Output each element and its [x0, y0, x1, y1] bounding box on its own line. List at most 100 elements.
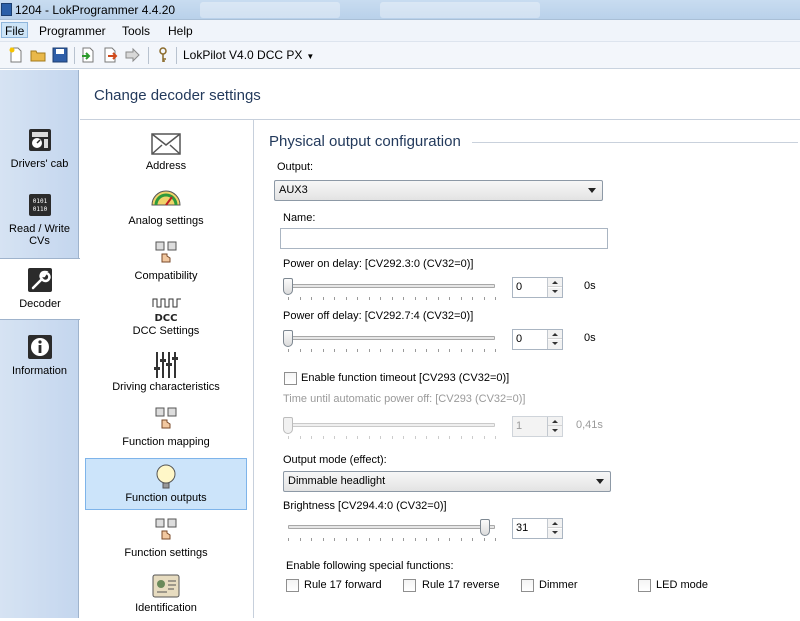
slider-ticks [288, 538, 496, 542]
nav-drivers-cab[interactable]: Drivers' cab [0, 126, 79, 170]
increment-button[interactable] [548, 330, 562, 339]
drivers-cab-icon [28, 129, 51, 151]
app-icon [1, 3, 12, 16]
increment-button[interactable] [548, 278, 562, 287]
slider-thumb[interactable] [283, 417, 293, 434]
stepper-value: 0 [516, 333, 523, 345]
slider-tick [288, 538, 289, 541]
slider-tick [392, 297, 393, 300]
page-title: Change decoder settings [94, 87, 261, 104]
slider-tick [415, 436, 416, 439]
hand-buttons-icon [155, 518, 177, 540]
slider-tick [300, 297, 301, 300]
auto-off-stepper[interactable]: 1 [512, 416, 563, 437]
slider-tick [300, 538, 301, 541]
brightness-stepper[interactable]: 31 [512, 518, 563, 539]
rule17-reverse-checkbox[interactable] [403, 579, 416, 592]
device-selector-label: LokPilot V4.0 DCC PX [183, 48, 303, 62]
timeout-checkbox[interactable] [284, 372, 297, 385]
slider-tick [357, 436, 358, 439]
nav-label: Information [11, 365, 68, 377]
nav-read-write-cvs[interactable]: 0101 0110 Read / Write CVs [0, 191, 79, 247]
category-driving-characteristics[interactable]: Driving characteristics [85, 348, 247, 400]
output-select[interactable]: AUX3 [274, 180, 603, 201]
menu-tools[interactable]: Tools [119, 23, 153, 39]
category-analog-settings[interactable]: Analog settings [85, 182, 247, 234]
menu-file[interactable]: File [1, 22, 29, 38]
category-compatibility[interactable]: Compatibility [85, 237, 247, 289]
led-mode-checkbox[interactable] [638, 579, 651, 592]
slider-tick [426, 436, 427, 439]
category-label: Function settings [124, 547, 208, 559]
category-label: Function outputs [125, 492, 207, 504]
open-folder-icon[interactable] [30, 47, 46, 63]
info-icon [27, 335, 52, 359]
key-icon[interactable] [155, 47, 171, 63]
slider-tick [334, 538, 335, 541]
slider-tick [369, 297, 370, 300]
slider-tick [380, 297, 381, 300]
slider-tick [392, 349, 393, 352]
output-mode-value: Dimmable headlight [288, 475, 386, 487]
slider-tick [300, 436, 301, 439]
slider-tick [472, 538, 473, 541]
slider-tick [461, 538, 462, 541]
power-off-delay-stepper[interactable]: 0 [512, 329, 563, 350]
slider-tick [461, 297, 462, 300]
power-on-delay-stepper[interactable]: 0 [512, 277, 563, 298]
forward-icon[interactable] [124, 47, 140, 63]
auto-off-unit: 0,41s [576, 419, 603, 431]
slider-thumb[interactable] [480, 519, 490, 536]
decrement-button[interactable] [548, 340, 562, 349]
slider-thumb[interactable] [283, 330, 293, 347]
led-mode-label: LED mode [656, 579, 708, 591]
name-field[interactable] [280, 228, 608, 249]
increment-button[interactable] [548, 417, 562, 426]
read-write-cvs-icon: 01010110 [28, 194, 51, 216]
dimmer-checkbox[interactable] [521, 579, 534, 592]
output-mode-select[interactable]: Dimmable headlight [283, 471, 611, 492]
nav-information[interactable]: Information [0, 333, 79, 377]
export-icon[interactable] [102, 47, 118, 63]
category-address[interactable]: Address [85, 127, 247, 179]
import-icon[interactable] [80, 47, 96, 63]
dcc-icon: DCC [152, 298, 181, 323]
slider-tick [438, 538, 439, 541]
category-function-mapping[interactable]: Function mapping [85, 403, 247, 455]
menu-help[interactable]: Help [165, 23, 196, 39]
save-icon[interactable] [52, 47, 68, 63]
increment-button[interactable] [548, 519, 562, 528]
slider-ticks [288, 436, 496, 440]
device-selector[interactable]: LokPilot V4.0 DCC PX ▼ [183, 48, 314, 62]
menu-programmer[interactable]: Programmer [36, 23, 109, 39]
slider-thumb[interactable] [283, 278, 293, 295]
gauge-icon [151, 190, 181, 206]
decrement-button[interactable] [548, 529, 562, 538]
category-function-outputs[interactable]: Function outputs [85, 458, 247, 510]
slider-tick [369, 349, 370, 352]
category-function-settings[interactable]: Function settings [85, 514, 247, 566]
slider-tick [357, 349, 358, 352]
power-on-delay-unit: 0s [584, 280, 596, 292]
slider-tick [438, 349, 439, 352]
dcc-icon-text: DCC [155, 313, 178, 323]
slider-tick [334, 297, 335, 300]
decrement-button[interactable] [548, 427, 562, 436]
slider-tick [449, 436, 450, 439]
slider-tick [323, 436, 324, 439]
slider-tick [346, 297, 347, 300]
new-file-icon[interactable] [8, 47, 24, 63]
nav-decoder[interactable]: Decoder [0, 258, 80, 320]
output-label: Output: [277, 161, 314, 173]
category-identification[interactable]: Identification [85, 569, 247, 621]
category-dcc-settings[interactable]: DCC DCC Settings [85, 292, 247, 344]
rule17-forward-checkbox[interactable] [286, 579, 299, 592]
nav-label: Drivers' cab [10, 158, 69, 170]
slider-tick [403, 538, 404, 541]
toolbar: LokPilot V4.0 DCC PX ▼ [0, 42, 800, 69]
slider-tick [484, 349, 485, 352]
slider-tick [311, 436, 312, 439]
decrement-button[interactable] [548, 288, 562, 297]
slider-tick [380, 349, 381, 352]
slider-tick [495, 538, 496, 541]
